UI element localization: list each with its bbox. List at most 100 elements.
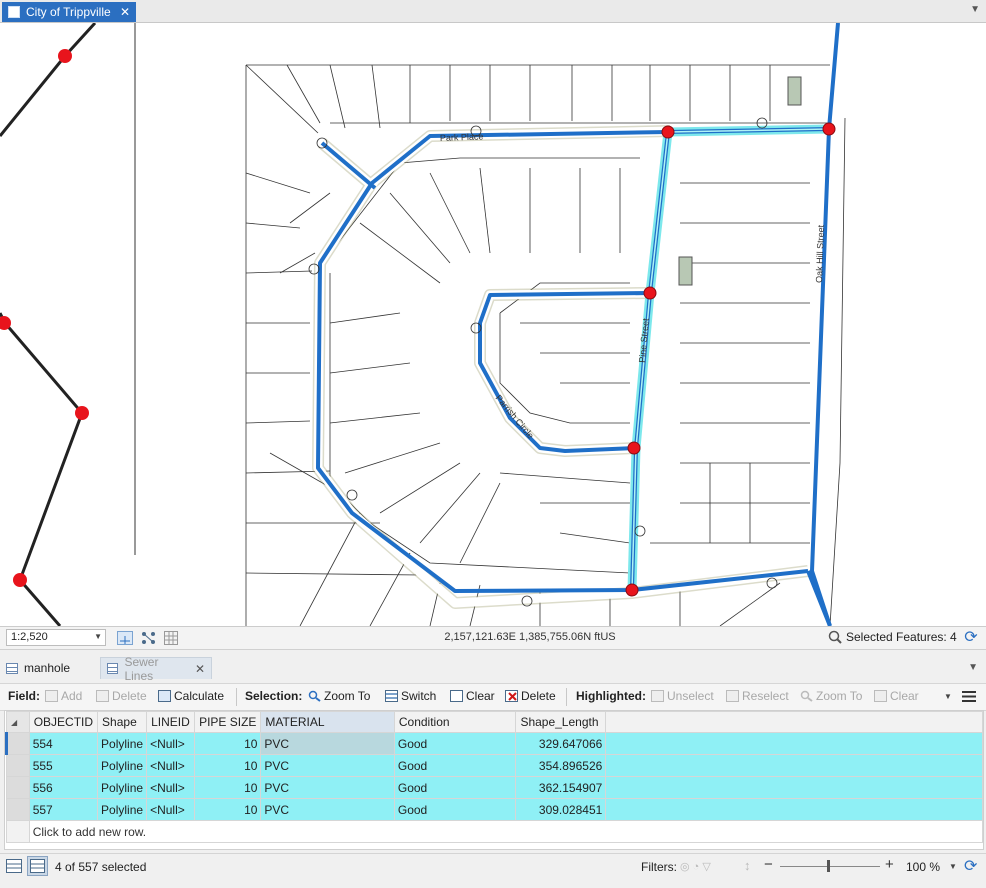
column-header-condition[interactable]: Condition — [393, 711, 517, 733]
cell-pipe-size[interactable]: 10 — [194, 754, 262, 777]
map-view[interactable]: Park Place Parrish Circle Pine Street Oa… — [0, 23, 986, 627]
row-selector[interactable] — [6, 776, 30, 799]
filter-icons[interactable]: ◎ ◔ ▽ — [680, 860, 711, 873]
cell-condition[interactable]: Good — [393, 754, 517, 777]
chevron-down-icon[interactable]: ▼ — [970, 4, 980, 15]
document-tab-city-of-trippville[interactable]: City of Trippville ✕ — [2, 2, 136, 22]
chevron-down-icon[interactable]: ▼ — [94, 632, 102, 641]
manhole-marker — [625, 583, 639, 597]
attribute-grid: ◢ OBJECTID Shape LINEID PIPE SIZE MATERI… — [5, 711, 983, 843]
calculate-button[interactable]: Calculate — [158, 689, 224, 703]
cell-lineid[interactable]: <Null> — [146, 754, 196, 777]
table-row[interactable]: 556 Polyline <Null> 10 PVC Good 362.1549… — [6, 776, 983, 799]
cell-material[interactable]: PVC — [260, 732, 395, 755]
cell-shape[interactable]: Polyline — [97, 798, 148, 821]
table-row[interactable]: 554 Polyline <Null> 10 PVC Good 329.6470… — [5, 732, 983, 755]
reselect-button[interactable]: Reselect — [726, 689, 789, 703]
cell-objectid[interactable]: 554 — [28, 732, 99, 755]
zoom-slider-track[interactable] — [780, 866, 880, 867]
row-selector[interactable] — [5, 732, 30, 755]
table-icon — [107, 663, 119, 674]
switch-selection-button[interactable]: Switch — [385, 689, 436, 703]
column-header-lineid[interactable]: LINEID — [146, 711, 196, 733]
scale-value: 1:2,520 — [11, 631, 48, 643]
cell-shape-length[interactable]: 329.647066 — [515, 732, 607, 755]
selection-label: Selection: — [245, 689, 303, 703]
selection-icon — [828, 630, 842, 644]
cell-condition[interactable]: Good — [393, 798, 517, 821]
delete-field-button[interactable]: Delete — [96, 689, 147, 703]
sort-icon[interactable]: ↕ — [744, 858, 751, 873]
column-header-shape-length[interactable]: Shape_Length — [515, 711, 607, 733]
zoom-slider-thumb[interactable] — [827, 860, 830, 872]
table-header-row: ◢ OBJECTID Shape LINEID PIPE SIZE MATERI… — [6, 711, 983, 733]
zoom-to-selection-button[interactable]: Zoom To — [308, 689, 370, 703]
clear-selection-button[interactable]: Clear — [450, 689, 495, 703]
cell-condition[interactable]: Good — [393, 732, 517, 755]
grid-snapping-icon[interactable] — [117, 631, 133, 645]
toolbar-separator — [566, 688, 567, 706]
tab-sewer-lines[interactable]: Sewer Lines ✕ — [100, 655, 212, 683]
add-new-row-prompt[interactable]: Click to add new row. — [28, 820, 983, 843]
delete-selection-button[interactable]: Delete — [505, 689, 556, 703]
cell-empty — [605, 732, 983, 755]
map-coordinates: 2,157,121.63E 1,385,755.06N ftUS — [444, 631, 616, 643]
add-field-button[interactable]: Add — [45, 689, 82, 703]
field-label: Field: — [8, 689, 40, 703]
cell-material[interactable]: PVC — [260, 776, 395, 799]
add-row[interactable]: Click to add new row. — [6, 820, 983, 843]
cell-objectid[interactable]: 556 — [28, 776, 99, 799]
column-header-material[interactable]: MATERIAL — [260, 711, 395, 733]
cell-lineid[interactable]: <Null> — [146, 732, 196, 755]
unselect-button[interactable]: Unselect — [651, 689, 714, 703]
chevron-down-icon[interactable]: ▼ — [944, 692, 952, 701]
cell-pipe-size[interactable]: 10 — [194, 732, 262, 755]
chevron-down-icon[interactable]: ▼ — [968, 662, 978, 673]
cell-shape-length[interactable]: 354.896526 — [515, 754, 607, 777]
cell-pipe-size[interactable]: 10 — [194, 798, 262, 821]
cell-shape[interactable]: Polyline — [97, 732, 148, 755]
tab-manhole[interactable]: manhole — [0, 657, 96, 679]
cell-shape-length[interactable]: 362.154907 — [515, 776, 607, 799]
cell-material[interactable]: PVC — [260, 754, 395, 777]
cell-lineid[interactable]: <Null> — [146, 798, 196, 821]
cell-condition[interactable]: Good — [393, 776, 517, 799]
map-canvas[interactable]: Park Place Parrish Circle Pine Street Oa… — [0, 23, 986, 626]
road-casing — [312, 125, 809, 609]
close-icon[interactable]: ✕ — [118, 5, 132, 19]
refresh-icon[interactable]: ⟳ — [964, 856, 977, 876]
snapping-icon[interactable] — [141, 631, 155, 644]
column-header-objectid[interactable]: OBJECTID — [28, 711, 99, 733]
grid-icon[interactable] — [164, 631, 178, 645]
column-header-pipe-size[interactable]: PIPE SIZE — [194, 711, 262, 733]
scale-select[interactable]: 1:2,520 ▼ — [6, 629, 106, 646]
cell-shape[interactable]: Polyline — [97, 754, 148, 777]
zoom-out-icon[interactable]: − — [764, 856, 773, 873]
tab-label: Sewer Lines — [124, 654, 159, 683]
cell-shape-length[interactable]: 309.028451 — [515, 798, 607, 821]
selected-features-button[interactable]: Selected Features: 4 — [828, 630, 957, 644]
table-row[interactable]: 555 Polyline <Null> 10 PVC Good 354.8965… — [6, 754, 983, 777]
cell-objectid[interactable]: 555 — [28, 754, 99, 777]
row-selector[interactable] — [6, 754, 30, 777]
zoom-to-highlighted-button[interactable]: Zoom To — [800, 689, 862, 703]
cell-lineid[interactable]: <Null> — [146, 776, 196, 799]
select-all-corner[interactable]: ◢ — [6, 711, 30, 733]
clear-highlighted-button[interactable]: Clear — [874, 689, 919, 703]
show-all-records-icon[interactable] — [6, 859, 22, 873]
close-icon[interactable]: ✕ — [195, 662, 205, 676]
column-header-shape[interactable]: Shape — [97, 711, 148, 733]
row-selector[interactable] — [6, 798, 30, 821]
document-tab-label: City of Trippville — [26, 5, 111, 19]
zoom-in-icon[interactable]: + — [885, 856, 894, 873]
cell-material[interactable]: PVC — [260, 798, 395, 821]
attribute-table[interactable]: ◢ OBJECTID Shape LINEID PIPE SIZE MATERI… — [4, 710, 984, 850]
show-selected-records-icon[interactable] — [27, 856, 48, 876]
table-row[interactable]: 557 Polyline <Null> 10 PVC Good 309.0284… — [6, 798, 983, 821]
refresh-icon[interactable]: ⟳ — [962, 629, 980, 647]
chevron-down-icon[interactable]: ▼ — [949, 862, 957, 871]
cell-objectid[interactable]: 557 — [28, 798, 99, 821]
menu-icon[interactable] — [962, 690, 976, 703]
cell-shape[interactable]: Polyline — [97, 776, 148, 799]
cell-pipe-size[interactable]: 10 — [194, 776, 262, 799]
